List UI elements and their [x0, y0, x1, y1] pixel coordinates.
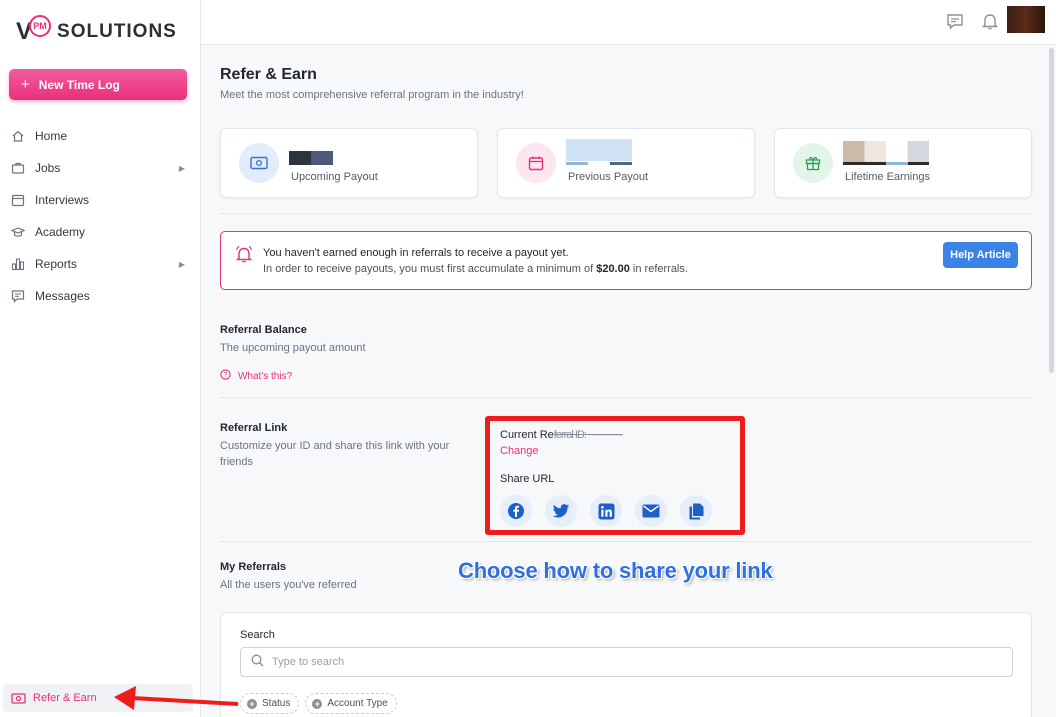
- new-time-log-button[interactable]: + New Time Log: [9, 69, 187, 100]
- plus-icon: +: [21, 76, 30, 93]
- bell-icon[interactable]: [981, 12, 999, 30]
- gift-icon: [793, 143, 833, 183]
- divider: [220, 397, 1032, 398]
- stat-card-upcoming-payout: Upcoming Payout: [220, 128, 478, 198]
- stat-label: Lifetime Earnings: [845, 171, 930, 183]
- my-referrals-title: My Referrals: [220, 561, 287, 573]
- home-icon: [10, 129, 25, 144]
- scrollbar[interactable]: [1049, 48, 1054, 373]
- new-time-log-label: New Time Log: [38, 77, 120, 92]
- share-url-label: Share URL: [500, 473, 555, 485]
- account-type-filter[interactable]: + Account Type: [305, 693, 397, 714]
- chevron-right-icon: ▶: [178, 259, 185, 269]
- sidebar-item-label: Messages: [35, 289, 90, 303]
- page-subtitle: Meet the most comprehensive referral pro…: [220, 89, 524, 101]
- copy-icon[interactable]: [680, 495, 712, 527]
- share-buttons: [500, 495, 725, 527]
- alarm-bell-icon: [235, 245, 253, 268]
- alert-text-pre: In order to receive payouts, you must fi…: [263, 263, 597, 275]
- sidebar-item-jobs[interactable]: Jobs ▶: [0, 152, 200, 184]
- stat-label: Upcoming Payout: [291, 171, 378, 183]
- logo-pm: PM: [29, 15, 52, 37]
- help-article-button[interactable]: Help Article: [943, 242, 1018, 268]
- search-icon: [251, 654, 264, 670]
- status-filter[interactable]: + Status: [240, 693, 300, 714]
- sidebar-item-academy[interactable]: Academy: [0, 216, 200, 248]
- alert-description: In order to receive payouts, you must fi…: [263, 263, 688, 275]
- page-title: Refer & Earn: [220, 66, 317, 83]
- sidebar-item-label: Home: [35, 129, 68, 143]
- sidebar: V PM SOLUTIONS + New Time Log Home Jobs …: [0, 0, 201, 717]
- change-id-link[interactable]: Change: [500, 445, 539, 457]
- sidebar-item-label: Academy: [35, 225, 86, 239]
- sidebar-item-messages[interactable]: Messages: [0, 280, 200, 312]
- bar-chart-icon: [10, 257, 25, 272]
- tutorial-annotation: Choose how to share your link: [458, 558, 773, 583]
- alert-title: You haven't earned enough in referrals t…: [263, 247, 569, 259]
- twitter-icon[interactable]: [545, 495, 577, 527]
- current-id-blurred: ferral ID: ·············: [553, 429, 624, 441]
- plus-circle-icon: +: [312, 698, 323, 709]
- sidebar-item-label: Refer & Earn: [33, 692, 97, 704]
- search-placeholder: Type to search: [272, 656, 345, 668]
- money-icon: [239, 143, 279, 183]
- message-icon: [10, 289, 25, 304]
- sidebar-item-label: Interviews: [35, 193, 90, 207]
- money-icon: [11, 691, 26, 706]
- calendar-icon: [10, 193, 25, 208]
- alert-amount: $20.00: [596, 263, 630, 275]
- sidebar-item-home[interactable]: Home: [0, 120, 200, 152]
- current-id-label: Current Re: [500, 429, 554, 441]
- logo-name: SOLUTIONS: [57, 21, 177, 42]
- sidebar-nav: Home Jobs ▶ Interviews Academy Reports ▶…: [0, 120, 200, 312]
- chat-icon[interactable]: [946, 12, 964, 30]
- whats-this-label: What's this?: [238, 370, 293, 382]
- stat-card-previous-payout: Previous Payout: [497, 128, 755, 198]
- referrals-search-card: Search Type to search + Status + Account…: [220, 612, 1032, 717]
- search-input[interactable]: Type to search: [240, 647, 1013, 677]
- tutorial-arrow: [114, 686, 239, 710]
- my-referrals-subtitle: All the users you've referred: [220, 579, 357, 591]
- referral-link-subtitle: Customize your ID and share this link wi…: [220, 440, 450, 468]
- payout-alert: You haven't earned enough in referrals t…: [220, 231, 1032, 290]
- avatar[interactable]: [1007, 6, 1045, 33]
- divider: [220, 213, 1032, 214]
- divider: [220, 541, 1032, 542]
- current-referral-id: Current Referral ID: ·············: [500, 429, 624, 441]
- alert-text-post: in referrals.: [629, 263, 688, 275]
- redacted-value: [566, 139, 632, 165]
- stat-label: Previous Payout: [568, 171, 649, 183]
- svg-text:?: ?: [224, 372, 228, 379]
- chevron-right-icon: ▶: [178, 163, 185, 173]
- filter-chips: + Status + Account Type: [240, 693, 403, 714]
- share-highlight-box: Current Referral ID: ············· Chang…: [485, 416, 745, 535]
- filter-label: Account Type: [327, 698, 388, 709]
- sidebar-item-label: Jobs: [35, 161, 61, 175]
- briefcase-icon: [10, 161, 25, 176]
- brand-logo[interactable]: V PM SOLUTIONS: [16, 15, 177, 46]
- stat-card-lifetime-earnings: Lifetime Earnings: [774, 128, 1032, 198]
- filter-label: Status: [262, 698, 291, 709]
- email-icon[interactable]: [635, 495, 667, 527]
- facebook-icon[interactable]: [500, 495, 532, 527]
- sidebar-item-label: Reports: [35, 257, 78, 271]
- sidebar-item-reports[interactable]: Reports ▶: [0, 248, 200, 280]
- calendar-icon: [516, 143, 556, 183]
- redacted-value: [843, 141, 929, 165]
- referral-link-title: Referral Link: [220, 422, 288, 434]
- redacted-value: [289, 151, 333, 165]
- referral-balance-title: Referral Balance: [220, 324, 307, 336]
- whats-this-link[interactable]: ? What's this?: [220, 369, 292, 383]
- sidebar-item-interviews[interactable]: Interviews: [0, 184, 200, 216]
- linkedin-icon[interactable]: [590, 495, 622, 527]
- search-label: Search: [240, 629, 275, 641]
- referral-balance-subtitle: The upcoming payout amount: [220, 342, 366, 354]
- help-circle-icon: ?: [220, 369, 231, 383]
- plus-circle-icon: +: [247, 698, 257, 709]
- graduation-cap-icon: [10, 225, 25, 240]
- top-bar: [201, 0, 1056, 45]
